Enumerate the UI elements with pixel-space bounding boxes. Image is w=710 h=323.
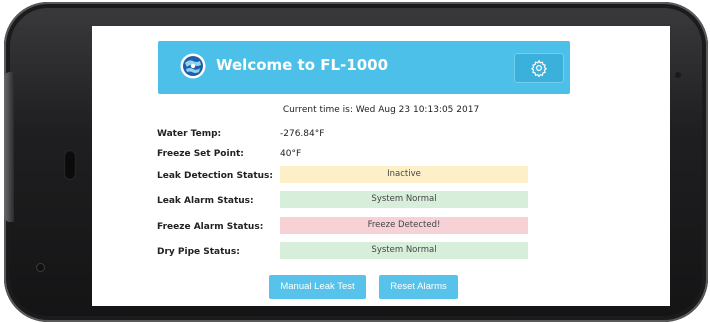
phone-speaker — [64, 150, 76, 180]
globe-logo-icon — [180, 53, 206, 79]
app-header: Welcome to FL-1000 — [158, 41, 570, 94]
leak-alarm-label: Leak Alarm Status: — [157, 196, 254, 206]
phone-side-button — [4, 72, 14, 222]
water-temp-label: Water Temp: — [157, 129, 222, 139]
phone-sensor — [37, 264, 44, 271]
freeze-alarm-status: Freeze Detected! — [280, 217, 528, 234]
current-time: Current time is: Wed Aug 23 10:13:05 201… — [282, 105, 480, 115]
manual-leak-test-button[interactable]: Manual Leak Test — [269, 275, 366, 299]
reset-alarms-button[interactable]: Reset Alarms — [379, 275, 458, 299]
freeze-set-point-label: Freeze Set Point: — [157, 149, 244, 159]
leak-detection-status: Inactive — [280, 166, 528, 183]
dry-pipe-label: Dry Pipe Status: — [157, 247, 240, 257]
phone-camera — [675, 72, 681, 78]
leak-detection-label: Leak Detection Status: — [157, 171, 273, 181]
app-screen: Welcome to FL-1000 Current time is: Wed … — [92, 26, 670, 306]
leak-alarm-status: System Normal — [280, 191, 528, 208]
gear-icon — [530, 59, 548, 77]
freeze-set-point-value: 40°F — [280, 149, 302, 159]
dry-pipe-status: System Normal — [280, 242, 528, 259]
page-title: Welcome to FL-1000 — [216, 56, 389, 74]
settings-button[interactable] — [514, 53, 564, 83]
freeze-alarm-label: Freeze Alarm Status: — [157, 222, 264, 232]
phone-frame: Welcome to FL-1000 Current time is: Wed … — [4, 2, 708, 322]
water-temp-value: -276.84°F — [280, 129, 325, 139]
